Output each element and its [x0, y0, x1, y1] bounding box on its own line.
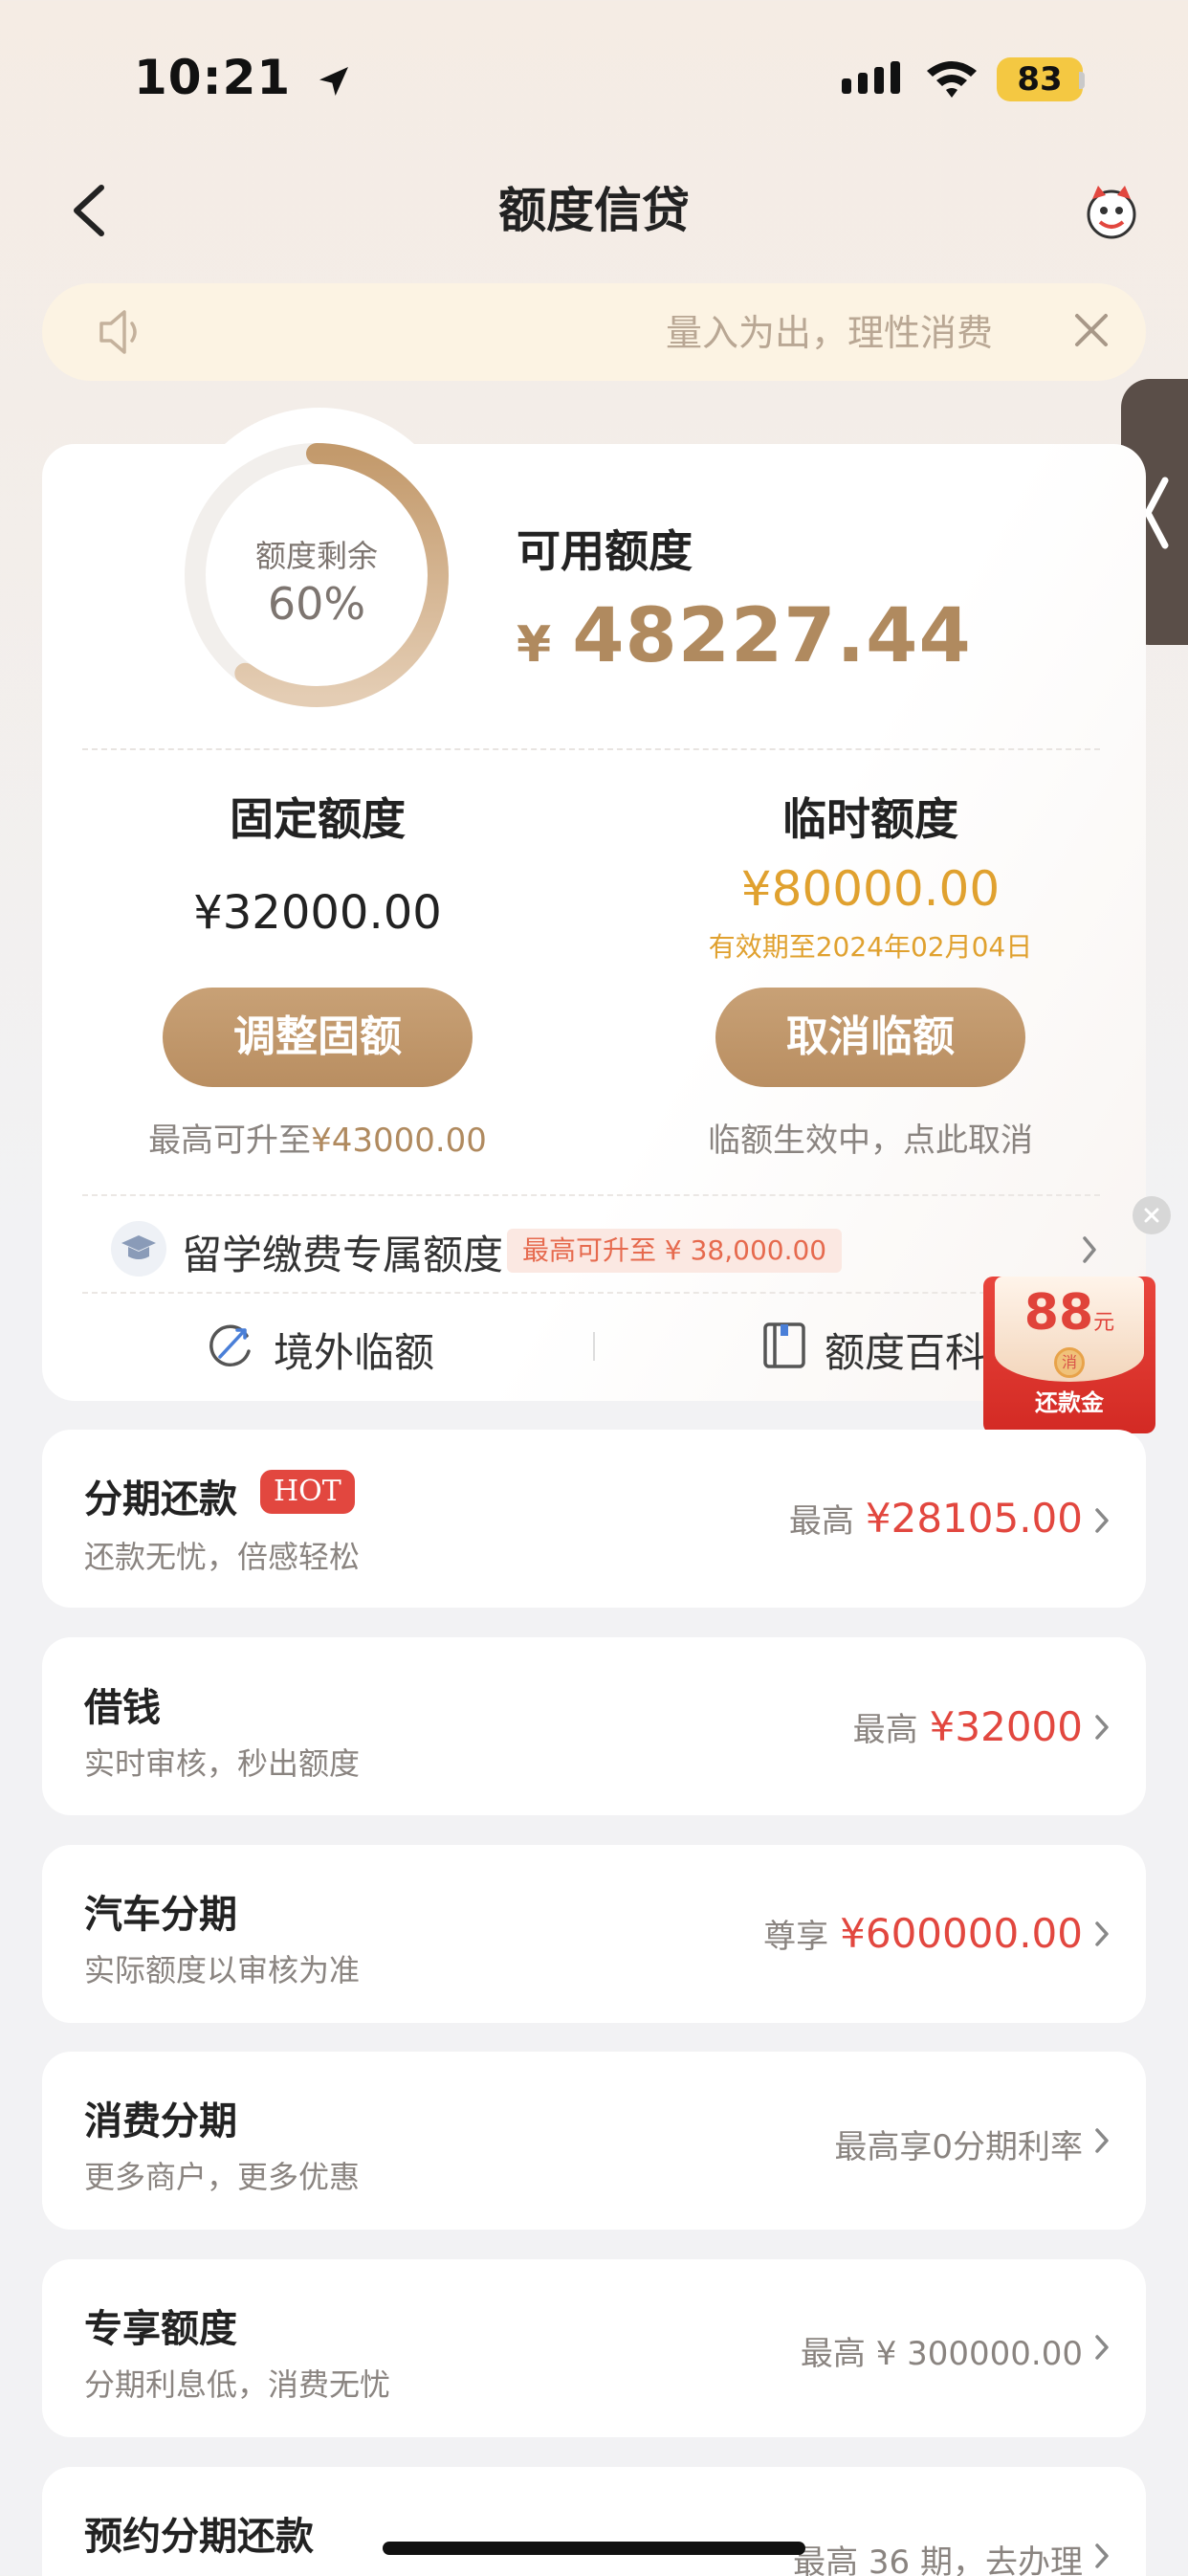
status-time: 10:21	[134, 50, 353, 105]
card-right-text: 最高享0分期利率	[834, 2128, 1083, 2166]
card-right-prefix: 最高	[788, 1502, 854, 1541]
study-abroad-icon	[111, 1221, 166, 1277]
graduation-cap-icon	[121, 1235, 156, 1259]
study-abroad-badge: 最高可升至 ¥ 38,000.00	[507, 1229, 843, 1273]
cancel-temp-credit-button[interactable]: 取消临额	[715, 988, 1025, 1087]
close-float-icon[interactable]	[1133, 1196, 1171, 1234]
available-credit-label: 可用额度	[517, 525, 693, 577]
card-title: 预约分期还款	[84, 2515, 314, 2559]
wifi-icon	[927, 61, 977, 98]
fixed-credit-title: 固定额度	[230, 793, 406, 845]
card-subtitle: 自动分期，省时省心	[84, 2568, 360, 2576]
fixed-credit-amount: ¥32000.00	[193, 886, 442, 940]
card-right-amount: ¥28105.00	[865, 1495, 1083, 1542]
chevron-right-icon[interactable]	[1092, 1920, 1111, 1948]
credit-encyclopedia-link[interactable]: 额度百科	[825, 1321, 985, 1379]
temp-credit-amount: ¥80000.00	[740, 861, 1001, 917]
temp-cancel-hint[interactable]: 临额生效中，点此取消	[641, 1114, 1100, 1161]
fixed-max-amount: ¥43000.00	[311, 1121, 487, 1160]
card-right-text: 最高 36 期，去办理	[793, 2543, 1083, 2576]
card-title: 专享额度	[84, 2307, 237, 2351]
chevron-right-icon[interactable]	[1092, 1713, 1111, 1742]
card-title: 消费分期	[84, 2099, 237, 2143]
overseas-temp-credit-link[interactable]: 境外临额	[274, 1321, 434, 1379]
red-packet-unit: 元	[1093, 1311, 1115, 1335]
close-icon[interactable]	[1071, 310, 1111, 350]
study-abroad-label[interactable]: 留学缴费专属额度	[182, 1223, 503, 1281]
card-right-value: 最高 ¥28105.00	[789, 1495, 1083, 1542]
red-packet-value: 88	[1023, 1284, 1094, 1342]
card-title: 汽车分期	[84, 1893, 237, 1937]
card-right-prefix: 最高	[852, 1711, 918, 1749]
card-right-prefix: 尊享	[763, 1918, 829, 1956]
card-title: 分期还款	[84, 1477, 237, 1521]
status-time-text: 10:21	[134, 50, 292, 105]
temp-credit-title: 临时额度	[782, 793, 958, 845]
card-right-value: 尊享 ¥600000.00	[763, 1910, 1083, 1957]
home-indicator[interactable]	[383, 2542, 805, 2555]
chevron-right-icon[interactable]	[1092, 2126, 1111, 2155]
card-subtitle: 实际额度以审核为准	[84, 1952, 361, 1988]
available-credit-amount: ¥48227.44	[517, 593, 972, 679]
fixed-max-prefix: 最高可升至	[148, 1121, 312, 1160]
temp-credit-validity: 有效期至2024年02月04日	[708, 931, 1033, 963]
available-amount-value: 48227.44	[572, 593, 972, 679]
battery-tip	[1079, 72, 1085, 89]
chevron-right-icon[interactable]	[1092, 2333, 1111, 2362]
speaker-icon	[99, 310, 137, 354]
divider	[82, 748, 1100, 750]
coin-icon: 消	[1054, 1347, 1085, 1378]
chevron-right-icon[interactable]	[1092, 1506, 1111, 1535]
page-title: 额度信贷	[498, 183, 690, 238]
card-subtitle: 分期利息低，消费无忧	[84, 2366, 391, 2403]
hot-badge: HOT	[260, 1470, 355, 1514]
card-right-value: 最高 ¥32000	[853, 1703, 1083, 1750]
currency-symbol: ¥	[517, 616, 552, 674]
red-packet-amount: 88元	[995, 1284, 1144, 1342]
location-arrow-icon	[319, 66, 348, 96]
book-icon	[763, 1322, 805, 1368]
card-subtitle: 更多商户，更多优惠	[84, 2159, 361, 2195]
chevron-right-icon[interactable]	[1092, 2542, 1111, 2570]
mascot-icon[interactable]	[1079, 178, 1144, 243]
battery-indicator: 83	[997, 57, 1083, 101]
overseas-icon	[209, 1324, 251, 1367]
cellular-signal-icon	[842, 61, 900, 94]
card-subtitle: 还款无忧，倍感轻松	[84, 1539, 361, 1575]
chevron-left-icon	[1144, 477, 1169, 549]
red-packet-label: 还款金	[1035, 1389, 1104, 1416]
card-right-amount: ¥600000.00	[840, 1910, 1083, 1957]
divider	[593, 1332, 595, 1361]
fixed-max-hint: 最高可升至¥43000.00	[88, 1114, 547, 1161]
adjust-fixed-credit-button[interactable]: 调整固额	[163, 988, 473, 1087]
card-title: 借钱	[84, 1686, 161, 1730]
notice-text: 量入为出，理性消费	[666, 312, 994, 354]
card-right-amount: ¥32000	[929, 1703, 1083, 1750]
chevron-right-icon[interactable]	[1079, 1234, 1100, 1265]
divider	[82, 1292, 1100, 1294]
card-subtitle: 实时审核，秒出额度	[84, 1745, 361, 1782]
card-right-text: 最高 ¥ 300000.00	[800, 2335, 1083, 2373]
remaining-percent: 60%	[267, 578, 366, 630]
remaining-label: 额度剩余	[254, 538, 378, 574]
close-icon	[1144, 1208, 1159, 1223]
divider	[82, 1194, 1100, 1196]
